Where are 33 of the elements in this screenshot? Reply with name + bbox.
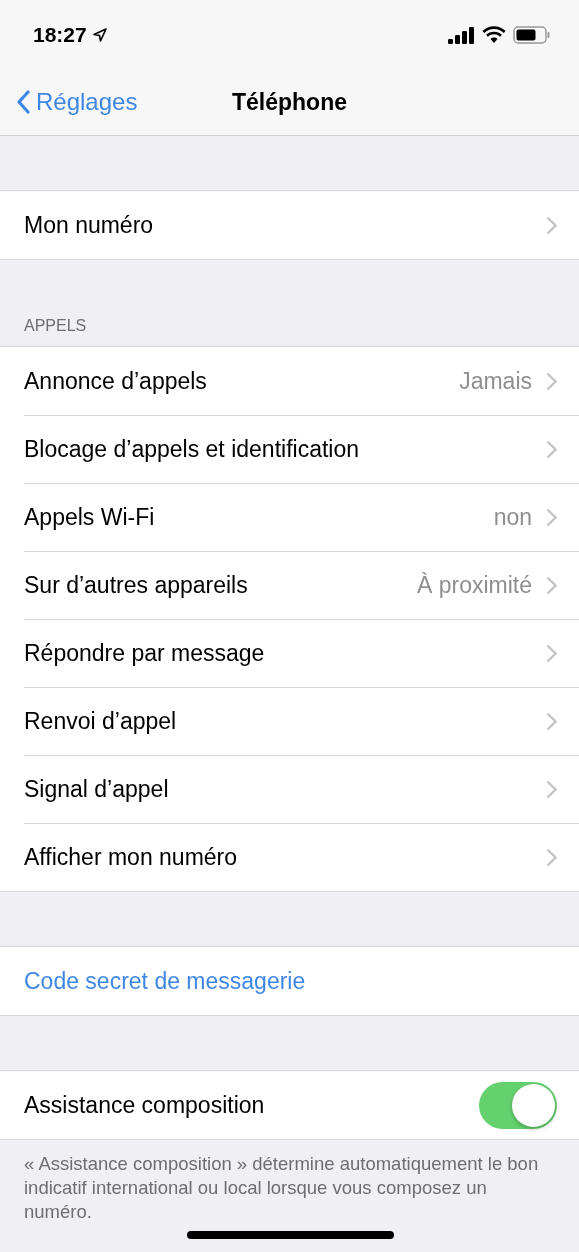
setting-label[interactable]: Renvoi d’appel <box>24 707 546 735</box>
setting-label: Assistance composition <box>24 1091 266 1119</box>
action-link[interactable]: Code secret de messagerie <box>24 967 557 995</box>
chevron-icon <box>546 439 557 459</box>
chevron-icon <box>546 643 557 663</box>
setting-value: non <box>493 503 532 531</box>
chevron-icon <box>546 847 557 867</box>
setting-value: À proximité <box>416 571 532 599</box>
setting-label[interactable]: Appels Wi-Fi <box>24 503 494 531</box>
footer-note: « Assistance composition » détermine automatiquement le bon indicatif international ou local lorsque vous composez un numéro. <box>23 1152 540 1224</box>
chevron-icon <box>546 215 557 235</box>
chevron-icon <box>546 711 557 731</box>
setting-label[interactable]: Annonce d’appels <box>24 367 460 395</box>
chevron-icon <box>546 575 557 595</box>
wifi-icon <box>482 26 506 44</box>
chevron-icon <box>546 371 557 391</box>
back-chevron-icon <box>16 90 30 114</box>
battery-icon <box>513 26 551 44</box>
setting-label[interactable]: Répondre par message <box>24 639 546 667</box>
status-time: 18:27 <box>33 23 87 47</box>
setting-label[interactable]: Signal d’appel <box>24 775 546 803</box>
section-header: APPELS <box>24 317 87 335</box>
setting-label[interactable]: Mon numéro <box>24 211 546 239</box>
setting-value: Jamais <box>459 367 532 395</box>
signal-icon <box>448 26 475 44</box>
setting-label[interactable]: Afficher mon numéro <box>24 843 546 871</box>
page-title: Téléphone <box>232 89 347 116</box>
setting-label[interactable]: Blocage d’appels et identification <box>24 435 546 463</box>
chevron-icon <box>546 507 557 527</box>
setting-label[interactable]: Sur d’autres appareils <box>24 571 417 599</box>
location-arrow-icon <box>92 28 107 42</box>
chevron-icon <box>546 779 557 799</box>
toggle-switch[interactable] <box>479 1081 557 1129</box>
